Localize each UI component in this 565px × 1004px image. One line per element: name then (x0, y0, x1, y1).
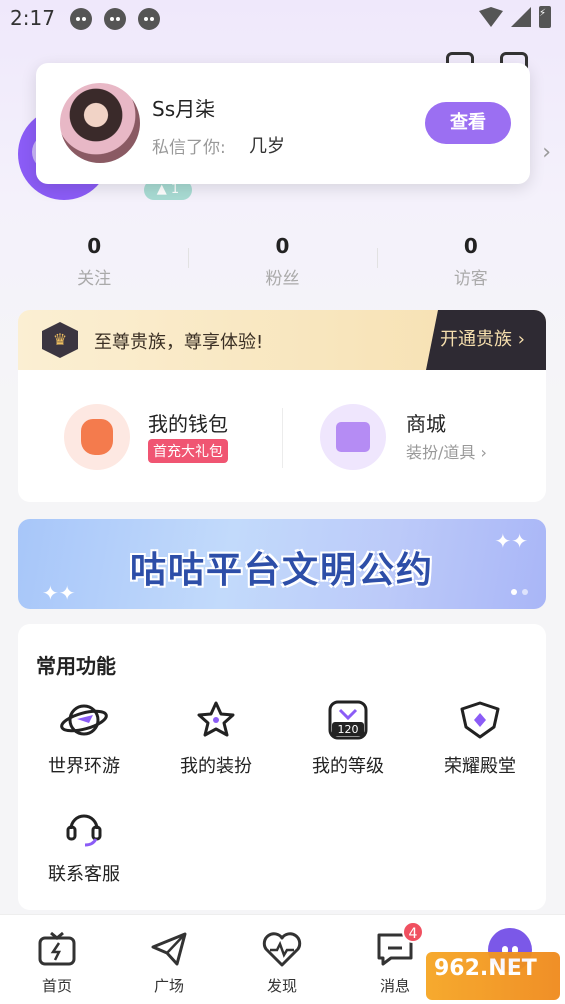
sender-avatar (60, 83, 140, 163)
promo-banner[interactable]: ✦✦ ✦✦ 咕咕平台文明公约 (18, 519, 546, 609)
vip-text: 至尊贵族，尊享体验! (94, 332, 264, 353)
stat-label: 粉丝 (265, 269, 300, 289)
crown-icon: ♛ (42, 322, 78, 358)
site-watermark: 962.NET (426, 952, 560, 1000)
wallet-title[interactable]: 我的钱包 (148, 408, 228, 437)
unread-badge: 4 (402, 921, 424, 943)
shop-icon[interactable] (320, 404, 386, 470)
stat-followers[interactable]: 0 粉丝 (188, 232, 376, 296)
nav-discover[interactable]: 发现 (237, 929, 327, 996)
carousel-dots (511, 589, 528, 595)
common-functions-card: 常用功能 世界环游 我的装扮 120 我的等级 荣耀殿堂 联系客服 (18, 624, 546, 910)
heartbeat-icon (260, 929, 304, 969)
func-label: 世界环游 (48, 756, 120, 777)
nav-label: 发现 (266, 977, 297, 995)
chat-notification-icon (138, 8, 160, 30)
message-prefix: 私信了你: (152, 138, 226, 158)
func-label: 我的装扮 (180, 756, 252, 777)
stat-value: 0 (275, 234, 290, 258)
nav-home[interactable]: 首页 (12, 929, 102, 996)
func-label: 联系客服 (48, 864, 120, 885)
wifi-icon (479, 7, 503, 27)
func-label: 荣耀殿堂 (444, 756, 516, 777)
shop-subtitle: 装扮/道具 › (406, 443, 487, 462)
stat-visitors[interactable]: 0 访客 (376, 232, 565, 296)
banner-title: 咕咕平台文明公约 (129, 550, 434, 591)
chat-notification-icon (104, 8, 126, 30)
status-time: 2:17 (10, 6, 55, 30)
vip-banner[interactable]: ♛ 至尊贵族，尊享体验! 开通贵族 › (18, 310, 546, 370)
stat-value: 0 (463, 234, 478, 258)
nav-label: 广场 (153, 977, 184, 995)
stat-value: 0 (87, 234, 102, 258)
view-button[interactable]: 查看 (425, 102, 511, 144)
status-bar: 2:17 (0, 0, 565, 40)
sender-name: Ss月柒 (152, 97, 216, 121)
shield-icon (454, 698, 506, 742)
first-charge-tag: 首充大礼包 (148, 439, 228, 463)
wallet-shop-card: 我的钱包 首充大礼包 商城 装扮/道具 › (18, 370, 546, 502)
chat-notification-icon (70, 8, 92, 30)
func-my-level[interactable]: 120 我的等级 (282, 698, 414, 778)
func-label: 我的等级 (312, 756, 384, 777)
profile-stats: 0 关注 0 粉丝 0 访客 (0, 232, 565, 296)
planet-plane-icon (58, 698, 110, 742)
func-hall-of-honor[interactable]: 荣耀殿堂 (414, 698, 546, 778)
divider (282, 408, 283, 468)
func-customer-service[interactable]: 联系客服 (18, 806, 150, 886)
nav-square[interactable]: 广场 (124, 929, 214, 996)
stat-label: 关注 (77, 269, 112, 289)
section-title: 常用功能 (36, 654, 116, 678)
star-icon (190, 698, 242, 742)
headset-icon (58, 806, 110, 850)
message-notification-popup[interactable]: Ss月柒 私信了你: 几岁 查看 (36, 63, 530, 184)
level-number: 120 (338, 723, 359, 736)
message-preview: 几岁 (249, 136, 285, 157)
func-world-travel[interactable]: 世界环游 (18, 698, 150, 778)
tv-icon (35, 929, 79, 969)
stat-following[interactable]: 0 关注 (0, 232, 188, 296)
nav-label: 首页 (41, 977, 72, 995)
level-badge-icon: 120 (322, 698, 374, 742)
battery-icon (539, 6, 551, 28)
func-my-outfit[interactable]: 我的装扮 (150, 698, 282, 778)
wallet-bag-icon[interactable] (64, 404, 130, 470)
shop-title[interactable]: 商城 (406, 408, 446, 437)
signal-icon (511, 7, 531, 27)
stat-label: 访客 (453, 269, 488, 289)
paper-plane-icon (147, 929, 191, 969)
chevron-right-icon[interactable]: › (542, 140, 551, 165)
open-vip-button[interactable]: 开通贵族 › (426, 310, 546, 370)
